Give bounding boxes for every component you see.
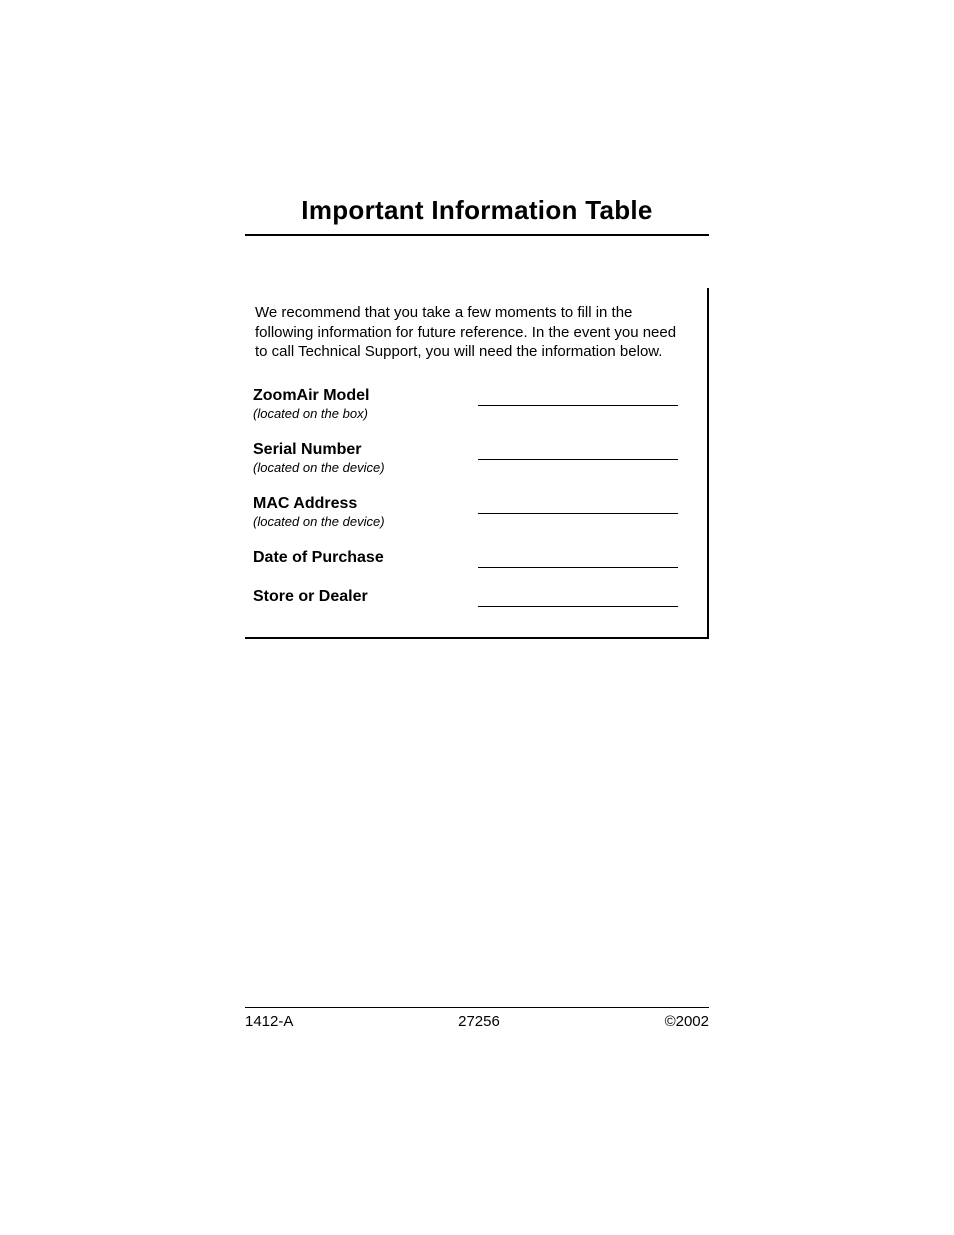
field-hint: (located on the box) (253, 406, 478, 421)
field-row: Serial Number (located on the device) (253, 441, 692, 475)
field-label: Store or Dealer (253, 588, 478, 606)
field-left: Serial Number (located on the device) (253, 441, 478, 475)
page-title: Important Information Table (245, 195, 709, 236)
field-blank-line[interactable] (478, 592, 678, 607)
document-page: Important Information Table We recommend… (0, 0, 954, 639)
field-blank-line[interactable] (478, 391, 678, 406)
field-hint: (located on the device) (253, 460, 478, 475)
field-hint: (located on the device) (253, 514, 478, 529)
field-label: MAC Address (253, 495, 478, 513)
field-label: ZoomAir Model (253, 387, 478, 405)
field-blank-line[interactable] (478, 553, 678, 568)
field-left: Store or Dealer (253, 588, 478, 606)
field-row: ZoomAir Model (located on the box) (253, 387, 692, 421)
information-box: We recommend that you take a few moments… (245, 288, 709, 639)
field-row: Store or Dealer (253, 588, 692, 607)
footer-copyright: ©2002 (665, 1013, 709, 1030)
footer-doc-number: 1412-A (245, 1013, 293, 1030)
field-row: Date of Purchase (253, 549, 692, 568)
intro-text: We recommend that you take a few moments… (253, 303, 692, 362)
field-blank-line[interactable] (478, 445, 678, 460)
field-label: Serial Number (253, 441, 478, 459)
footer-code: 27256 (458, 1013, 500, 1030)
field-left: ZoomAir Model (located on the box) (253, 387, 478, 421)
field-blank-line[interactable] (478, 499, 678, 514)
field-left: Date of Purchase (253, 549, 478, 567)
field-left: MAC Address (located on the device) (253, 495, 478, 529)
field-row: MAC Address (located on the device) (253, 495, 692, 529)
page-footer: 1412-A 27256 ©2002 (245, 1007, 709, 1030)
field-label: Date of Purchase (253, 549, 478, 567)
